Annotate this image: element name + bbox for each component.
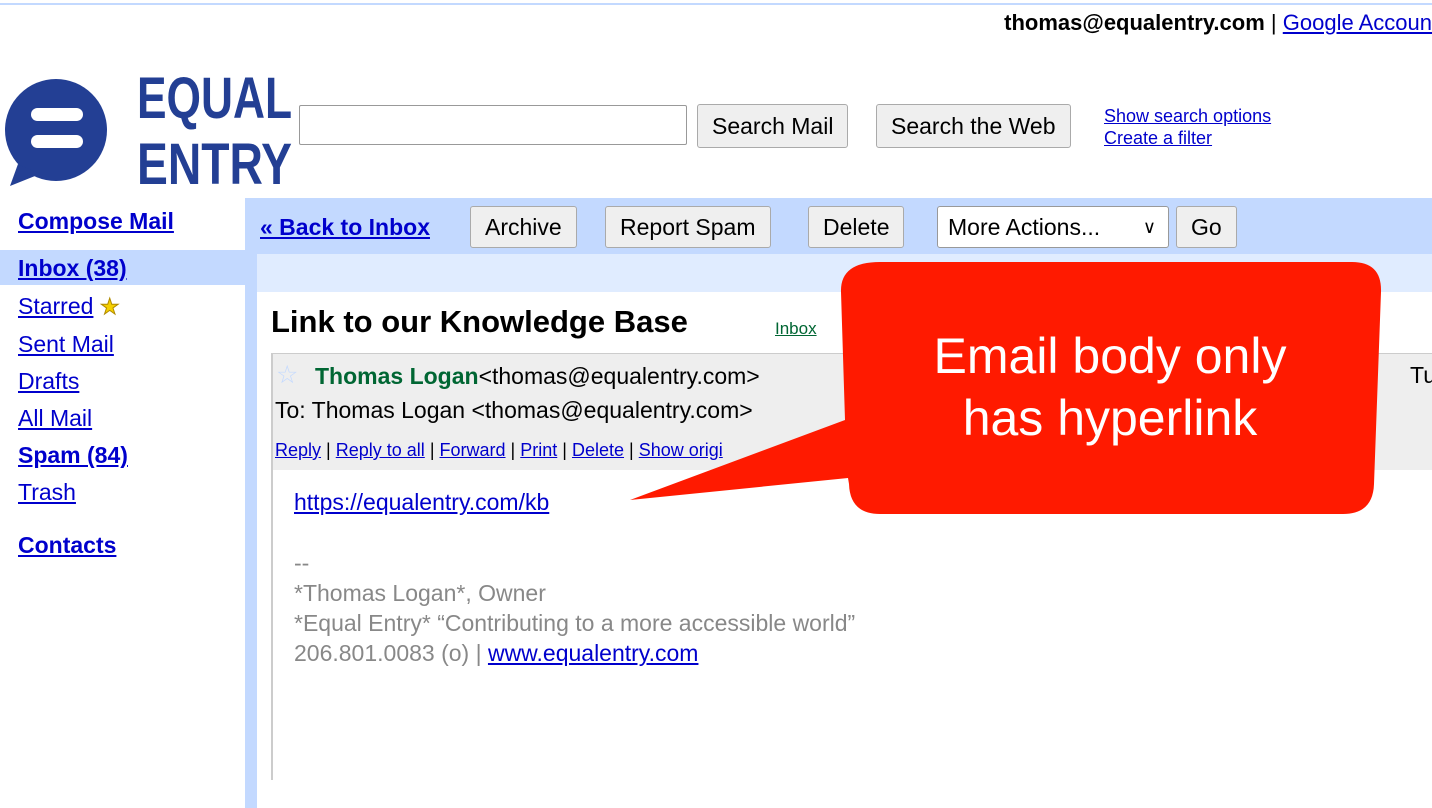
delete-message-link[interactable]: Delete: [572, 440, 624, 460]
search-mail-button[interactable]: Search Mail: [697, 104, 849, 148]
separator: |: [1270, 10, 1277, 35]
body-hyperlink[interactable]: https://equalentry.com/kb: [294, 489, 549, 516]
signature-phone: 206.801.0083 (o) |: [294, 640, 488, 666]
signature-dashes: --: [294, 550, 310, 576]
reply-all-link[interactable]: Reply to all: [336, 440, 425, 460]
account-bar: thomas@equalentry.com | Google Accoun: [1004, 10, 1432, 36]
sidebar-item-sent-mail[interactable]: Sent Mail: [18, 331, 114, 358]
report-spam-button[interactable]: Report Spam: [605, 206, 771, 248]
sidebar-item-starred[interactable]: Starred: [18, 293, 93, 319]
inbox-label[interactable]: Inbox: [775, 319, 817, 339]
message-to: To: Thomas Logan <thomas@equalentry.com>: [275, 397, 753, 423]
speech-bubble-icon: [5, 79, 107, 186]
callout-text: Email body only has hyperlink: [860, 325, 1360, 449]
sidebar-item-starred-wrap: Starred ★: [18, 293, 120, 320]
callout-line2: has hyperlink: [962, 390, 1258, 446]
star-icon: ★: [99, 294, 120, 320]
message-subject: Link to our Knowledge Base: [271, 304, 688, 339]
sender-name: Thomas Logan: [315, 363, 479, 389]
print-link[interactable]: Print: [520, 440, 557, 460]
compose-mail-link[interactable]: Compose Mail: [18, 208, 174, 235]
website-link[interactable]: www.equalentry.com: [488, 640, 699, 666]
content-left-border: [245, 198, 257, 808]
message-from: Thomas Logan<thomas@equalentry.com>: [315, 363, 760, 390]
sidebar-item-spam[interactable]: Spam (84): [18, 442, 128, 469]
toolbar-subbar: [257, 254, 1432, 292]
show-original-link[interactable]: Show origi: [639, 440, 723, 460]
account-email: thomas@equalentry.com: [1004, 10, 1265, 35]
forward-link[interactable]: Forward: [440, 440, 506, 460]
archive-button[interactable]: Archive: [470, 206, 577, 248]
search-input[interactable]: [299, 105, 687, 145]
message-date: Tu: [1410, 362, 1432, 388]
sender-email: <thomas@equalentry.com>: [478, 363, 760, 389]
chevron-down-icon: ∨: [1142, 217, 1156, 237]
create-filter-link[interactable]: Create a filter: [1104, 127, 1271, 149]
callout-line1: Email body only: [933, 328, 1287, 384]
signature-line2: *Equal Entry* “Contributing to a more ac…: [294, 610, 856, 636]
logo-line1: EQUAL: [137, 68, 292, 131]
go-button[interactable]: Go: [1176, 206, 1237, 248]
sidebar-item-drafts[interactable]: Drafts: [18, 368, 79, 395]
sidebar-item-inbox[interactable]: Inbox (38): [18, 255, 127, 282]
star-outline-icon[interactable]: ☆: [276, 360, 298, 390]
signature-line1: *Thomas Logan*, Owner: [294, 580, 546, 606]
more-actions-value: More Actions...: [948, 214, 1101, 240]
search-web-button[interactable]: Search the Web: [876, 104, 1071, 148]
top-border: [0, 3, 1432, 5]
message-actions: Reply | Reply to all | Forward | Print |…: [275, 440, 723, 460]
back-to-inbox-link[interactable]: « Back to Inbox: [260, 214, 430, 241]
message-left-border: [271, 353, 273, 780]
sidebar-item-all-mail[interactable]: All Mail: [18, 405, 92, 432]
sidebar-item-trash[interactable]: Trash: [18, 479, 76, 506]
show-search-options-link[interactable]: Show search options: [1104, 105, 1271, 127]
signature: -- *Thomas Logan*, Owner *Equal Entry* “…: [294, 548, 855, 668]
google-account-link[interactable]: Google Accoun: [1283, 10, 1432, 35]
search-links: Show search options Create a filter: [1104, 105, 1271, 149]
contacts-link[interactable]: Contacts: [18, 532, 116, 559]
delete-button[interactable]: Delete: [808, 206, 905, 248]
logo-line2: ENTRY: [137, 132, 292, 190]
more-actions-select[interactable]: More Actions... ∨: [937, 206, 1169, 248]
signature-contact: 206.801.0083 (o) | www.equalentry.com: [294, 638, 855, 668]
reply-link[interactable]: Reply: [275, 440, 321, 460]
equal-entry-logo: EQUAL ENTRY: [5, 68, 292, 190]
